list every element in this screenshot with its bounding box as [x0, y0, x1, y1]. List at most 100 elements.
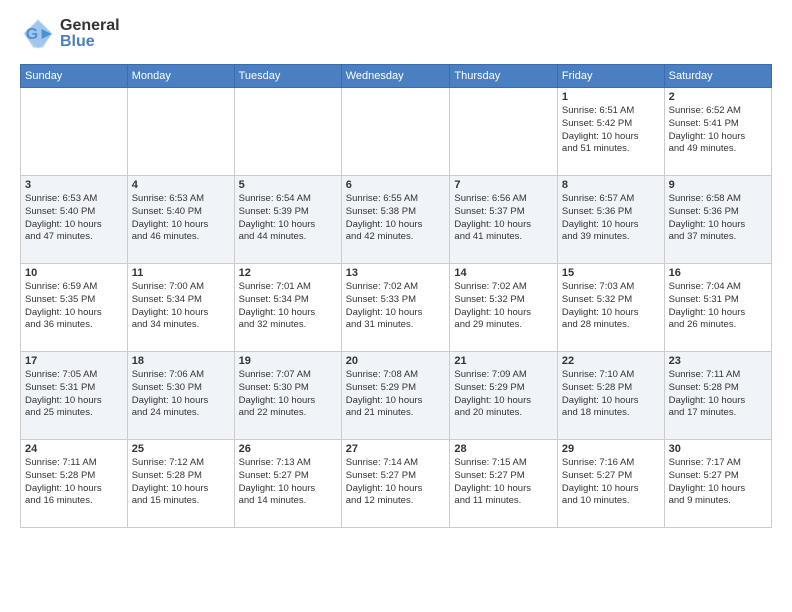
- day-info: Sunrise: 7:12 AMSunset: 5:28 PMDaylight:…: [132, 457, 230, 508]
- calendar-cell: 14 Sunrise: 7:02 AMSunset: 5:32 PMDayligh…: [450, 264, 558, 352]
- calendar-cell: 28 Sunrise: 7:15 AMSunset: 5:27 PMDayligh…: [450, 440, 558, 528]
- day-number: 7: [454, 179, 553, 191]
- calendar-cell: [234, 88, 341, 176]
- calendar-cell: 13 Sunrise: 7:02 AMSunset: 5:33 PMDayligh…: [341, 264, 450, 352]
- calendar-cell: 21 Sunrise: 7:09 AMSunset: 5:29 PMDayligh…: [450, 352, 558, 440]
- day-number: 16: [669, 267, 767, 279]
- calendar-cell: 20Sunrise: 7:08 AMSunset: 5:29 PMDayligh…: [341, 352, 450, 440]
- calendar-cell: 30 Sunrise: 7:17 AMSunset: 5:27 PMDayligh…: [664, 440, 771, 528]
- calendar-cell: 1Sunrise: 6:51 AMSunset: 5:42 PMDaylight…: [557, 88, 664, 176]
- day-info: Sunrise: 7:14 AMSunset: 5:27 PMDaylight:…: [346, 457, 446, 508]
- calendar-cell: 29 Sunrise: 7:16 AMSunset: 5:27 PMDayligh…: [557, 440, 664, 528]
- day-number: 28: [454, 443, 553, 455]
- day-info: Sunrise: 7:01 AMSunset: 5:34 PMDaylight:…: [239, 281, 337, 332]
- day-number: 8: [562, 179, 660, 191]
- day-info: Sunrise: 7:10 AMSunset: 5:28 PMDaylight:…: [562, 369, 660, 420]
- day-number: 22: [562, 355, 660, 367]
- calendar-cell: 12 Sunrise: 7:01 AMSunset: 5:34 PMDayligh…: [234, 264, 341, 352]
- week-row-1: 1Sunrise: 6:51 AMSunset: 5:42 PMDaylight…: [21, 88, 772, 176]
- header: G General Blue: [20, 16, 772, 52]
- calendar-cell: 26 Sunrise: 7:13 AMSunset: 5:27 PMDayligh…: [234, 440, 341, 528]
- day-number: 5: [239, 179, 337, 191]
- day-info: Sunrise: 6:56 AMSunset: 5:37 PMDaylight:…: [454, 193, 553, 244]
- day-info: Sunrise: 6:53 AMSunset: 5:40 PMDaylight:…: [132, 193, 230, 244]
- day-info: Sunrise: 7:07 AMSunset: 5:30 PMDaylight:…: [239, 369, 337, 420]
- day-number: 2: [669, 91, 767, 103]
- calendar-cell: [341, 88, 450, 176]
- week-row-2: 3 Sunrise: 6:53 AMSunset: 5:40 PMDaylight…: [21, 176, 772, 264]
- day-number: 4: [132, 179, 230, 191]
- day-info: Sunrise: 7:11 AMSunset: 5:28 PMDaylight:…: [669, 369, 767, 420]
- week-row-4: 17Sunrise: 7:05 AMSunset: 5:31 PMDayligh…: [21, 352, 772, 440]
- day-number: 14: [454, 267, 553, 279]
- day-number: 15: [562, 267, 660, 279]
- day-info: Sunrise: 7:11 AMSunset: 5:28 PMDaylight:…: [25, 457, 123, 508]
- calendar-cell: 23 Sunrise: 7:11 AMSunset: 5:28 PMDayligh…: [664, 352, 771, 440]
- calendar-cell: 25Sunrise: 7:12 AMSunset: 5:28 PMDayligh…: [127, 440, 234, 528]
- day-info: Sunrise: 7:03 AMSunset: 5:32 PMDaylight:…: [562, 281, 660, 332]
- svg-text:G: G: [26, 26, 38, 43]
- day-info: Sunrise: 7:04 AMSunset: 5:31 PMDaylight:…: [669, 281, 767, 332]
- day-info: Sunrise: 7:17 AMSunset: 5:27 PMDaylight:…: [669, 457, 767, 508]
- week-row-3: 10Sunrise: 6:59 AMSunset: 5:35 PMDayligh…: [21, 264, 772, 352]
- calendar-cell: 15 Sunrise: 7:03 AMSunset: 5:32 PMDayligh…: [557, 264, 664, 352]
- calendar-cell: 9 Sunrise: 6:58 AMSunset: 5:36 PMDaylight…: [664, 176, 771, 264]
- weekday-header-saturday: Saturday: [664, 65, 771, 88]
- day-info: Sunrise: 7:08 AMSunset: 5:29 PMDaylight:…: [346, 369, 446, 420]
- calendar-cell: [21, 88, 128, 176]
- logo: G General Blue: [20, 16, 120, 52]
- page: G General Blue SundayMondayTuesdayWednes…: [0, 0, 792, 538]
- day-number: 11: [132, 267, 230, 279]
- day-number: 29: [562, 443, 660, 455]
- calendar-cell: 3 Sunrise: 6:53 AMSunset: 5:40 PMDaylight…: [21, 176, 128, 264]
- calendar-cell: 18 Sunrise: 7:06 AMSunset: 5:30 PMDayligh…: [127, 352, 234, 440]
- calendar-cell: 19Sunrise: 7:07 AMSunset: 5:30 PMDayligh…: [234, 352, 341, 440]
- weekday-header-tuesday: Tuesday: [234, 65, 341, 88]
- day-info: Sunrise: 7:02 AMSunset: 5:33 PMDaylight:…: [346, 281, 446, 332]
- day-info: Sunrise: 6:51 AMSunset: 5:42 PMDaylight:…: [562, 105, 660, 156]
- day-info: Sunrise: 7:09 AMSunset: 5:29 PMDaylight:…: [454, 369, 553, 420]
- calendar-cell: [450, 88, 558, 176]
- day-number: 26: [239, 443, 337, 455]
- day-info: Sunrise: 7:13 AMSunset: 5:27 PMDaylight:…: [239, 457, 337, 508]
- day-number: 17: [25, 355, 123, 367]
- calendar-cell: 4 Sunrise: 6:53 AMSunset: 5:40 PMDaylight…: [127, 176, 234, 264]
- day-number: 23: [669, 355, 767, 367]
- day-info: Sunrise: 6:55 AMSunset: 5:38 PMDaylight:…: [346, 193, 446, 244]
- day-number: 12: [239, 267, 337, 279]
- calendar-cell: 2Sunrise: 6:52 AMSunset: 5:41 PMDaylight…: [664, 88, 771, 176]
- weekday-header-friday: Friday: [557, 65, 664, 88]
- day-info: Sunrise: 7:15 AMSunset: 5:27 PMDaylight:…: [454, 457, 553, 508]
- day-number: 18: [132, 355, 230, 367]
- calendar-cell: 17Sunrise: 7:05 AMSunset: 5:31 PMDayligh…: [21, 352, 128, 440]
- calendar-cell: 10Sunrise: 6:59 AMSunset: 5:35 PMDayligh…: [21, 264, 128, 352]
- calendar-cell: 11 Sunrise: 7:00 AMSunset: 5:34 PMDayligh…: [127, 264, 234, 352]
- day-number: 21: [454, 355, 553, 367]
- day-info: Sunrise: 6:54 AMSunset: 5:39 PMDaylight:…: [239, 193, 337, 244]
- day-number: 3: [25, 179, 123, 191]
- calendar-cell: 6 Sunrise: 6:55 AMSunset: 5:38 PMDaylight…: [341, 176, 450, 264]
- calendar: SundayMondayTuesdayWednesdayThursdayFrid…: [20, 64, 772, 528]
- week-row-5: 24Sunrise: 7:11 AMSunset: 5:28 PMDayligh…: [21, 440, 772, 528]
- day-info: Sunrise: 7:02 AMSunset: 5:32 PMDaylight:…: [454, 281, 553, 332]
- weekday-header-row: SundayMondayTuesdayWednesdayThursdayFrid…: [21, 65, 772, 88]
- day-info: Sunrise: 6:58 AMSunset: 5:36 PMDaylight:…: [669, 193, 767, 244]
- calendar-cell: [127, 88, 234, 176]
- day-number: 9: [669, 179, 767, 191]
- calendar-cell: 22 Sunrise: 7:10 AMSunset: 5:28 PMDayligh…: [557, 352, 664, 440]
- weekday-header-sunday: Sunday: [21, 65, 128, 88]
- day-number: 6: [346, 179, 446, 191]
- day-number: 27: [346, 443, 446, 455]
- calendar-cell: 16 Sunrise: 7:04 AMSunset: 5:31 PMDayligh…: [664, 264, 771, 352]
- day-number: 13: [346, 267, 446, 279]
- day-info: Sunrise: 7:06 AMSunset: 5:30 PMDaylight:…: [132, 369, 230, 420]
- day-info: Sunrise: 6:53 AMSunset: 5:40 PMDaylight:…: [25, 193, 123, 244]
- calendar-cell: 7 Sunrise: 6:56 AMSunset: 5:37 PMDaylight…: [450, 176, 558, 264]
- day-number: 30: [669, 443, 767, 455]
- calendar-cell: 24Sunrise: 7:11 AMSunset: 5:28 PMDayligh…: [21, 440, 128, 528]
- day-info: Sunrise: 7:16 AMSunset: 5:27 PMDaylight:…: [562, 457, 660, 508]
- weekday-header-thursday: Thursday: [450, 65, 558, 88]
- logo-text: General Blue: [60, 17, 120, 50]
- day-info: Sunrise: 7:00 AMSunset: 5:34 PMDaylight:…: [132, 281, 230, 332]
- calendar-cell: 27 Sunrise: 7:14 AMSunset: 5:27 PMDayligh…: [341, 440, 450, 528]
